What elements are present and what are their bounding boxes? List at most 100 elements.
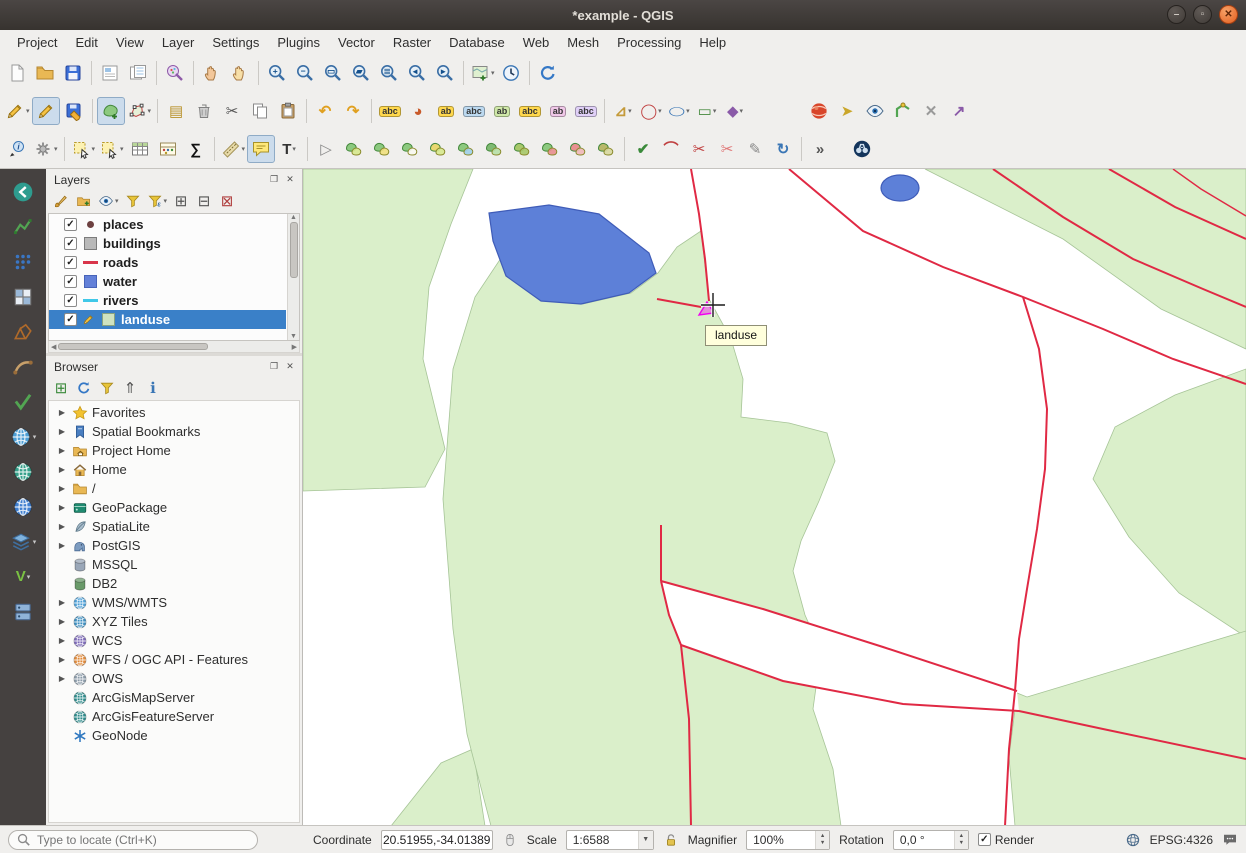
toggle-extents-button[interactable]	[502, 832, 518, 848]
map-theme-eye-button[interactable]	[861, 97, 889, 125]
open-project-button[interactable]	[31, 59, 59, 87]
rotate-feature-button[interactable]: ↻	[769, 135, 797, 163]
add-point-cloud-layer-button[interactable]	[5, 350, 41, 383]
properties-widget-button[interactable]: ℹ	[142, 378, 164, 399]
messages-icon[interactable]	[1222, 832, 1238, 848]
browser-item-spatial-bookmarks[interactable]: ▶Spatial Bookmarks	[49, 422, 299, 441]
browser-item-geopackage[interactable]: ▶GeoPackage	[49, 498, 299, 517]
rotation-spinbox[interactable]: 0,0 ° ▲▼	[893, 830, 969, 850]
browser-item-xyz-tiles[interactable]: ▶XYZ Tiles	[49, 612, 299, 631]
style-manager-button[interactable]	[161, 59, 189, 87]
new-project-button[interactable]	[3, 59, 31, 87]
split-features-button[interactable]: ✂	[685, 135, 713, 163]
browser-item-wfs-ogc-api-features[interactable]: ▶WFS / OGC API - Features	[49, 650, 299, 669]
browser-item-arcgismapserver[interactable]: ArcGisMapServer	[49, 688, 299, 707]
browser-item-home[interactable]: ▶Home	[49, 460, 299, 479]
select-features-button[interactable]: ▾	[69, 135, 98, 163]
merge-features-tool-button[interactable]	[536, 135, 564, 163]
shape-polygon-tools-button[interactable]: ◆▾	[721, 97, 749, 125]
zoom-in-button[interactable]: +	[263, 59, 291, 87]
layer-visibility-checkbox[interactable]: ✓	[64, 237, 77, 250]
locator-input[interactable]	[37, 833, 250, 847]
select-by-value-button[interactable]: ▾	[97, 135, 126, 163]
vertex-tool-button[interactable]: ▾	[125, 97, 154, 125]
collapse-panels-button[interactable]	[5, 175, 41, 208]
layer-item-water[interactable]: ✓water	[49, 272, 286, 291]
layer-visibility-checkbox[interactable]: ✓	[64, 294, 77, 307]
browser-item-wms-wmts[interactable]: ▶WMS/WMTS	[49, 593, 299, 612]
difference-tool-button[interactable]	[396, 135, 424, 163]
dissolve-tool-button[interactable]	[508, 135, 536, 163]
pan-to-selection-button[interactable]	[226, 59, 254, 87]
show-hide-labels-button[interactable]: ab	[488, 97, 516, 125]
close-panel-button[interactable]: ✕	[282, 359, 298, 374]
browser-item-ows[interactable]: ▶OWS	[49, 669, 299, 688]
expander-arrow-icon[interactable]: ▶	[56, 598, 68, 607]
layer-diagram-options-button[interactable]: ◕	[404, 97, 432, 125]
add-delimited-text-layer-button[interactable]	[5, 245, 41, 278]
enable-tracing-button[interactable]	[889, 97, 917, 125]
union-tool-button[interactable]	[340, 135, 368, 163]
expander-arrow-icon[interactable]: ▶	[56, 408, 68, 417]
menu-plugins[interactable]: Plugins	[268, 32, 329, 53]
coordinate-input[interactable]	[381, 830, 493, 850]
layer-item-rivers[interactable]: ✓rivers	[49, 291, 286, 310]
intersection-tool-button[interactable]	[368, 135, 396, 163]
expander-arrow-icon[interactable]: ▶	[56, 541, 68, 550]
deselect-tool-button[interactable]: ✕	[917, 97, 945, 125]
chevron-down-icon[interactable]: ▼	[638, 831, 653, 849]
zoom-full-button[interactable]: ▭	[319, 59, 347, 87]
check-geometries-button[interactable]: ✔	[629, 135, 657, 163]
current-edits-button[interactable]: ▾	[3, 97, 32, 125]
run-feature-action-button[interactable]: ▾	[31, 135, 60, 163]
text-annotation-button[interactable]: T▾	[275, 135, 303, 163]
trim-extend-tool-button[interactable]: ↗	[945, 97, 973, 125]
browser-item-arcgisfeatureserver[interactable]: ArcGisFeatureServer	[49, 707, 299, 726]
add-vector-layer-button[interactable]	[5, 210, 41, 243]
expander-arrow-icon[interactable]: ▶	[56, 503, 68, 512]
pin-unpin-labels-button[interactable]: ab	[432, 97, 460, 125]
add-xyz-layer-button[interactable]	[5, 455, 41, 488]
expander-arrow-icon[interactable]: ▶	[56, 446, 68, 455]
zoom-next-button[interactable]: ▸	[431, 59, 459, 87]
float-panel-button[interactable]: ❐	[266, 172, 282, 187]
layer-visibility-checkbox[interactable]: ✓	[64, 313, 77, 326]
scroll-down-arrow-icon[interactable]: ▼	[290, 333, 297, 340]
select-vertex-tool-button[interactable]: ➤	[833, 97, 861, 125]
collapse-all-button[interactable]: ⊟	[193, 191, 215, 212]
add-spatialite-layer-button[interactable]: ▾	[5, 525, 41, 558]
new-map-view-button[interactable]: ▾	[468, 59, 497, 87]
statistical-summary-button[interactable]: ∑	[182, 135, 210, 163]
browser-item-wcs[interactable]: ▶WCS	[49, 631, 299, 650]
layer-visibility-checkbox[interactable]: ✓	[64, 218, 77, 231]
spinner-arrows-icon[interactable]: ▲▼	[954, 831, 968, 849]
add-selected-layers-button[interactable]: ⊞	[50, 378, 72, 399]
close-button[interactable]: ✕	[1219, 5, 1238, 24]
menu-processing[interactable]: Processing	[608, 32, 690, 53]
shape-ellipse-tools-button[interactable]: ◯▾	[665, 97, 693, 125]
expander-arrow-icon[interactable]: ▶	[56, 636, 68, 645]
filter-browser-button[interactable]	[96, 378, 118, 399]
open-attribute-table-button[interactable]	[126, 135, 154, 163]
zoom-to-layer-button[interactable]: ≣	[375, 59, 403, 87]
map-tips-button[interactable]	[247, 135, 275, 163]
change-label-properties-button[interactable]: abc	[572, 97, 600, 125]
scrollbar-thumb[interactable]	[290, 222, 298, 278]
refresh-browser-button[interactable]	[73, 378, 95, 399]
highlight-pinned-labels-button[interactable]: abc	[460, 97, 488, 125]
save-layer-edits-button[interactable]	[60, 97, 88, 125]
maximize-button[interactable]: ▫	[1193, 5, 1212, 24]
menu-mesh[interactable]: Mesh	[558, 32, 608, 53]
split-features-tool-button[interactable]	[564, 135, 592, 163]
toolbar-extension-button[interactable]: »	[806, 135, 834, 163]
buffer-tool-button[interactable]	[480, 135, 508, 163]
layers-horizontal-scrollbar[interactable]: ◀ ▶	[48, 341, 300, 353]
remove-layer-button[interactable]: ⊠	[216, 191, 238, 212]
scroll-right-arrow-icon[interactable]: ▶	[292, 343, 297, 351]
scale-combo[interactable]: 1:6588 ▼	[566, 830, 654, 850]
layer-item-landuse[interactable]: ✓landuse	[49, 310, 286, 329]
browser-item-project-home[interactable]: ▶Project Home	[49, 441, 299, 460]
split-parts-button[interactable]: ✂	[713, 135, 741, 163]
layer-item-roads[interactable]: ✓roads	[49, 253, 286, 272]
advanced-digitizing-tools-button[interactable]: ⊿▾	[609, 97, 637, 125]
